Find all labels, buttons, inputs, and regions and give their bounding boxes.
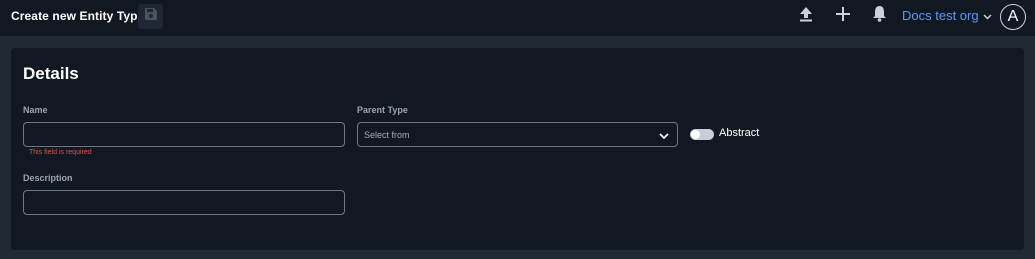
details-card: Details Name This field is required Pare…	[11, 48, 1024, 250]
notifications-button[interactable]	[869, 6, 889, 26]
save-button[interactable]	[138, 4, 163, 29]
bell-icon	[872, 5, 887, 27]
name-input[interactable]	[23, 122, 345, 147]
name-error: This field is required	[29, 149, 92, 156]
plus-icon	[836, 6, 850, 26]
description-label: Description	[23, 173, 73, 183]
avatar-letter: A	[1007, 8, 1019, 25]
parent-type-placeholder: Select from	[364, 129, 410, 140]
save-icon	[144, 7, 158, 26]
top-bar: Create new Entity Type Docs test org A	[0, 0, 1035, 36]
upload-icon	[799, 6, 813, 27]
abstract-toggle[interactable]	[690, 129, 714, 140]
parent-type-label: Parent Type	[357, 105, 408, 115]
chevron-down-icon	[659, 126, 669, 144]
add-button[interactable]	[833, 6, 853, 26]
toggle-knob	[691, 130, 700, 139]
chevron-down-icon	[983, 8, 992, 23]
name-label: Name	[23, 105, 48, 115]
avatar[interactable]: A	[1000, 4, 1026, 30]
section-title: Details	[23, 64, 79, 83]
parent-type-select[interactable]: Select from	[357, 122, 678, 147]
page-title: Create new Entity Type	[11, 9, 145, 23]
abstract-label: Abstract	[719, 127, 760, 139]
org-name: Docs test org	[902, 8, 979, 23]
upload-button[interactable]	[796, 6, 816, 26]
description-input[interactable]	[23, 190, 345, 215]
org-switcher[interactable]: Docs test org	[902, 8, 992, 23]
